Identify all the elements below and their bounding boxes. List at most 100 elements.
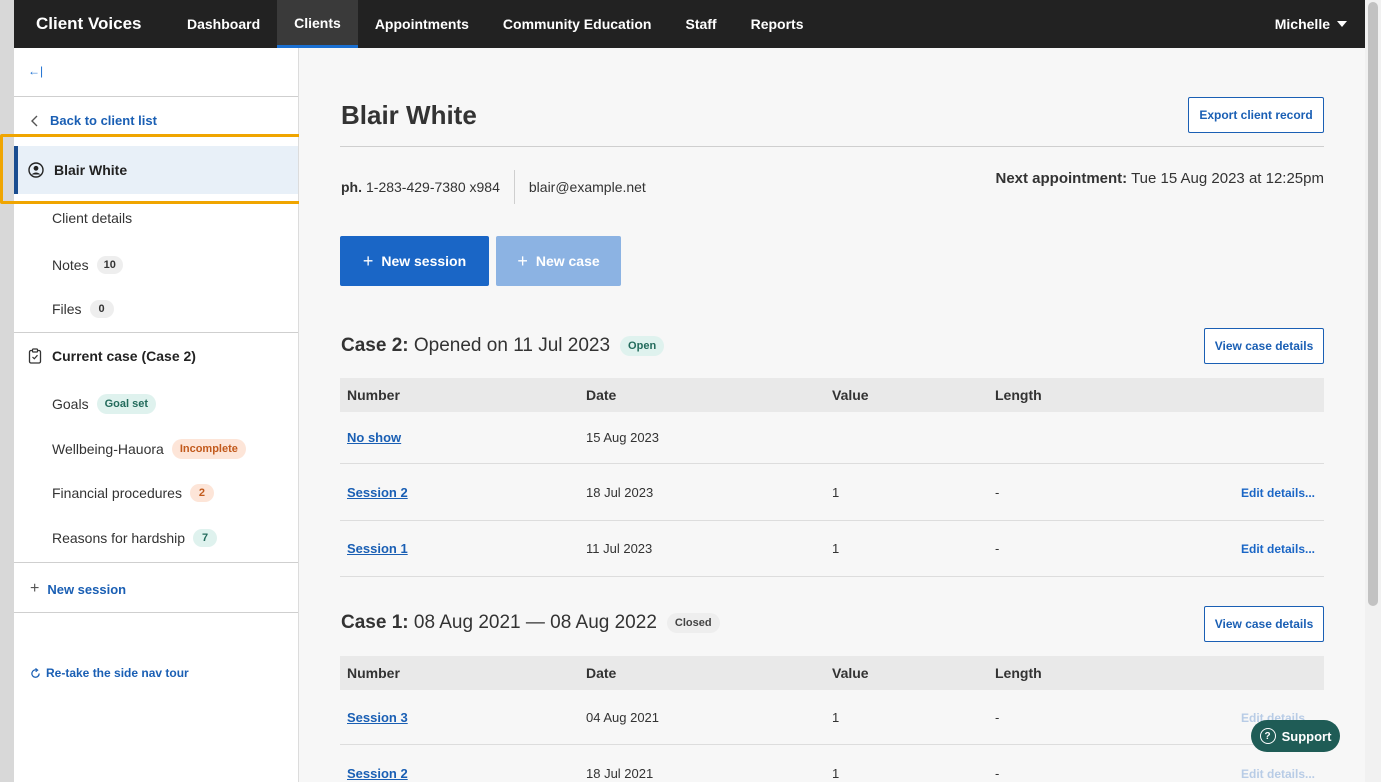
- session-length: -: [995, 541, 1000, 556]
- plus-icon: +: [517, 250, 528, 271]
- case-1-sessions-table: Number Date Value Length Session 3 04 Au…: [340, 656, 1324, 782]
- column-header-length: Length: [995, 665, 1042, 681]
- case-title-number: Case 2:: [341, 335, 409, 356]
- sidebar-item-label: Notes: [52, 257, 89, 273]
- view-case-1-details-button[interactable]: View case details: [1204, 606, 1324, 642]
- sidebar-item-label: Client details: [52, 210, 133, 226]
- view-case-2-details-button[interactable]: View case details: [1204, 328, 1324, 364]
- divider: [14, 612, 298, 613]
- wellbeing-status-badge: Incomplete: [171, 439, 246, 459]
- case-status-badge: Open: [620, 336, 665, 356]
- sidebar-item-notes[interactable]: Notes 10: [52, 256, 123, 274]
- scrollbar-thumb[interactable]: [1368, 2, 1378, 606]
- session-link[interactable]: Session 2: [347, 485, 408, 500]
- user-menu[interactable]: Michelle: [1275, 16, 1365, 32]
- nav-staff[interactable]: Staff: [668, 0, 733, 48]
- case-2-sessions-table: Number Date Value Length No show 15 Aug …: [340, 378, 1324, 577]
- sidebar-item-label: Current case (Case 2): [52, 348, 196, 364]
- table-header: Number Date Value Length: [340, 656, 1324, 690]
- sidebar-item-reasons-for-hardship[interactable]: Reasons for hardship 7: [52, 529, 218, 547]
- session-link[interactable]: Session 3: [347, 710, 408, 725]
- sidebar-new-session-link[interactable]: + New session: [30, 580, 126, 598]
- financial-count-badge: 2: [189, 484, 214, 502]
- table-row: Session 2 18 Jul 2021 1 - Edit details..…: [340, 745, 1324, 782]
- sidebar-item-files[interactable]: Files 0: [52, 300, 114, 318]
- nav-dashboard[interactable]: Dashboard: [170, 0, 277, 48]
- edit-details-link[interactable]: Edit details...: [1241, 486, 1315, 500]
- column-header-number: Number: [347, 387, 400, 403]
- column-header-date: Date: [586, 665, 617, 681]
- column-header-number: Number: [347, 665, 400, 681]
- session-date: 18 Jul 2021: [586, 765, 654, 781]
- next-appointment-label: Next appointment:: [995, 170, 1128, 187]
- case-title-dates: 08 Aug 2021 — 08 Aug 2022: [413, 612, 657, 633]
- case-1-title: Case 1: 08 Aug 2021 — 08 Aug 2022 Closed: [341, 612, 720, 634]
- export-client-record-button[interactable]: Export client record: [1188, 97, 1324, 133]
- session-date: 11 Jul 2023: [586, 541, 653, 556]
- table-row: No show 15 Aug 2023: [340, 412, 1324, 464]
- sidebar-item-financial-procedures[interactable]: Financial procedures 2: [52, 484, 214, 502]
- side-navigation: ←| Back to client list Blair White Clien…: [0, 48, 312, 782]
- main-content: Blair White Export client record ph. 1-2…: [299, 48, 1365, 782]
- column-header-length: Length: [995, 387, 1042, 403]
- nav-appointments[interactable]: Appointments: [358, 0, 486, 48]
- retake-tour-link[interactable]: Re-take the side nav tour: [30, 666, 189, 680]
- session-value: 1: [832, 541, 840, 556]
- new-session-label: New session: [47, 581, 127, 597]
- edit-details-link[interactable]: Edit details...: [1241, 542, 1315, 556]
- column-header-value: Value: [832, 665, 869, 681]
- sidebar-item-wellbeing[interactable]: Wellbeing-Hauora Incomplete: [52, 439, 246, 459]
- help-icon: ?: [1259, 728, 1276, 744]
- table-header: Number Date Value Length: [340, 378, 1324, 412]
- sidebar-item-label: Reasons for hardship: [52, 530, 186, 546]
- session-value: 1: [832, 709, 840, 725]
- edit-details-link[interactable]: Edit details...: [1241, 767, 1315, 781]
- page-title: Blair White: [341, 100, 477, 130]
- refresh-icon: [31, 667, 40, 678]
- session-link[interactable]: Session 1: [347, 541, 408, 556]
- next-appointment: Next appointment: Tue 15 Aug 2023 at 12:…: [995, 170, 1324, 187]
- email-address: blair@example.net: [528, 179, 646, 195]
- sidebar-item-label: Goals: [52, 396, 89, 412]
- sidebar-item-label: Financial procedures: [52, 485, 182, 501]
- table-row: Session 1 11 Jul 2023 1 - Edit details..…: [340, 521, 1324, 577]
- nav-reports[interactable]: Reports: [734, 0, 821, 48]
- new-case-button[interactable]: + New case: [496, 236, 621, 286]
- chevron-down-icon: [1337, 21, 1347, 27]
- sidebar-item-label: Wellbeing-Hauora: [52, 441, 164, 457]
- plus-icon: +: [362, 250, 374, 271]
- plus-icon: +: [30, 580, 40, 597]
- brand-logo[interactable]: Client Voices: [14, 14, 170, 34]
- session-length: -: [995, 709, 1000, 725]
- nav-community-education[interactable]: Community Education: [486, 0, 669, 48]
- tour-highlight-frame: [0, 134, 312, 204]
- reasons-count-badge: 7: [193, 529, 218, 547]
- session-length: -: [995, 484, 1000, 500]
- back-to-client-list-link[interactable]: Back to client list: [30, 113, 157, 128]
- case-2-title: Case 2: Opened on 11 Jul 2023 Open: [341, 335, 665, 357]
- session-date: 18 Jul 2023: [586, 484, 654, 500]
- case-status-badge: Closed: [666, 613, 720, 633]
- session-date: 15 Aug 2023: [586, 430, 660, 445]
- nav-clients[interactable]: Clients: [277, 0, 358, 48]
- sidebar-item-current-case[interactable]: Current case (Case 2): [28, 348, 196, 364]
- next-appointment-value: Tue 15 Aug 2023 at 12:25pm: [1131, 170, 1324, 187]
- support-label: Support: [1281, 728, 1332, 744]
- table-row: Session 3 04 Aug 2021 1 - Edit details..…: [340, 690, 1324, 745]
- session-date: 04 Aug 2021: [586, 709, 660, 725]
- support-button[interactable]: ? Support: [1251, 720, 1340, 752]
- sidebar-item-goals[interactable]: Goals Goal set: [52, 394, 156, 414]
- session-link[interactable]: No show: [347, 430, 401, 445]
- collapse-sidebar-icon[interactable]: ←|: [28, 64, 43, 78]
- files-count-badge: 0: [89, 300, 114, 318]
- chevron-left-icon: [31, 115, 38, 126]
- session-link[interactable]: Session 2: [347, 766, 408, 781]
- page-scrollbar[interactable]: [1365, 0, 1381, 782]
- column-header-value: Value: [832, 387, 869, 403]
- goals-status-badge: Goal set: [96, 394, 156, 414]
- back-link-label: Back to client list: [50, 113, 157, 128]
- new-session-button[interactable]: + New session: [340, 236, 489, 286]
- sidebar-item-client-details[interactable]: Client details: [52, 210, 132, 226]
- divider: [14, 332, 298, 333]
- contact-info: ph. 1-283-429-7380 x984 blair@example.ne…: [341, 170, 646, 204]
